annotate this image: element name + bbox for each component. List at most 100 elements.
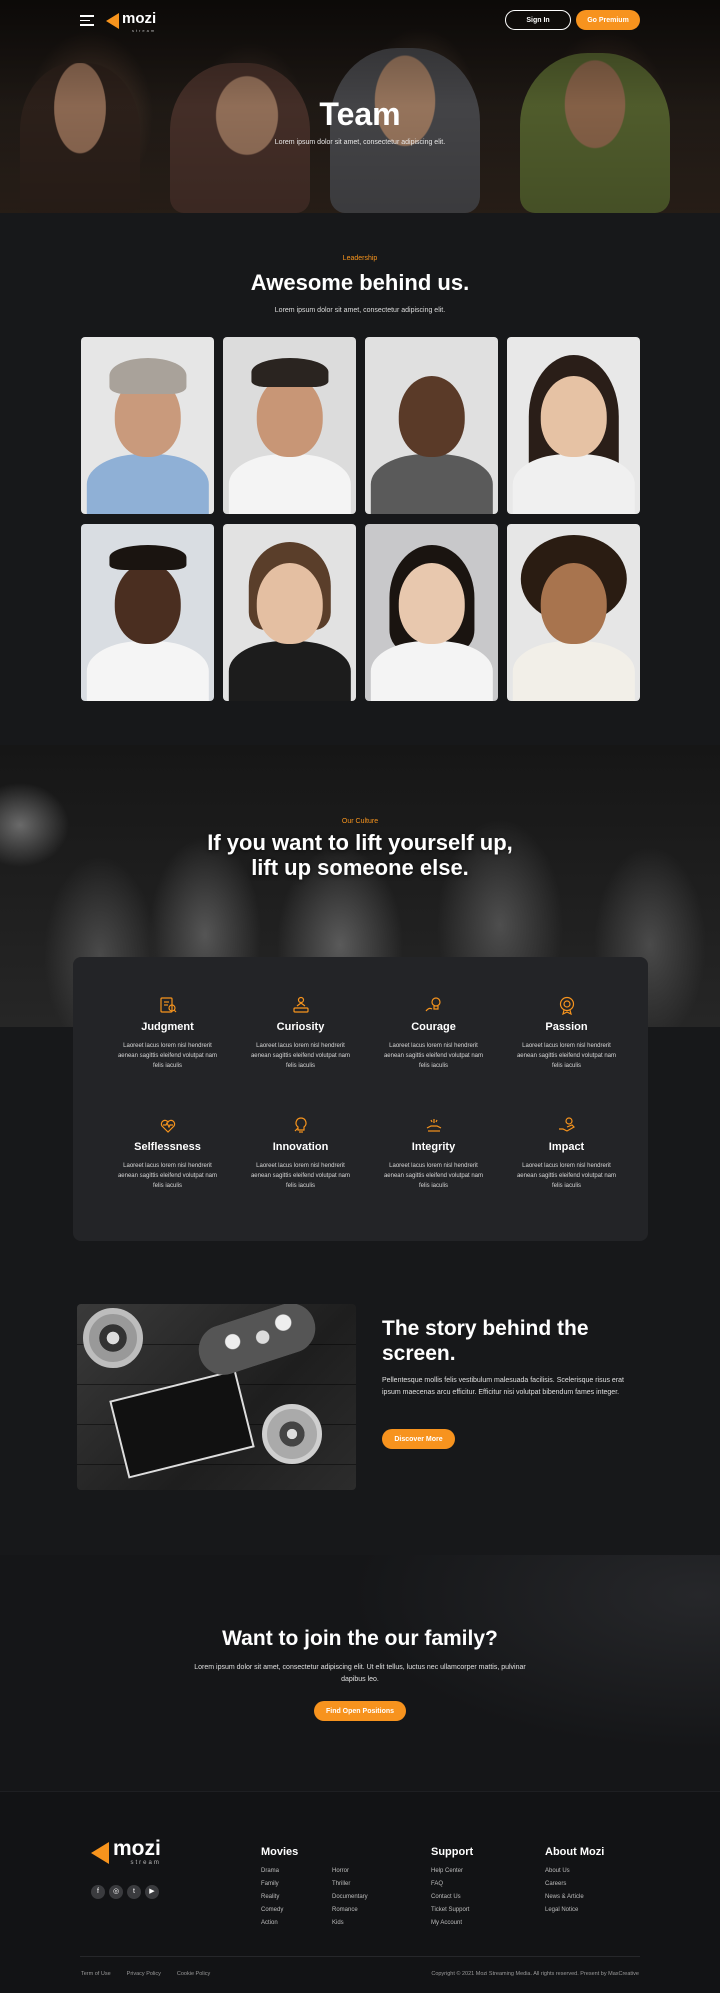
values-panel: Judgment Laoreet lacus lorem nisl hendre…	[73, 957, 648, 1241]
footer-legal-links: Term of Use Privacy Policy Cookie Policy	[81, 1971, 210, 1977]
footer-about: About Mozi About Us Careers News & Artic…	[545, 1846, 604, 1920]
film-reel-image	[77, 1304, 356, 1490]
instagram-icon[interactable]: ◎	[109, 1885, 123, 1899]
team-grid	[81, 337, 640, 701]
footer-link[interactable]: Romance	[332, 1907, 368, 1920]
logo-subtext: stream	[131, 27, 157, 33]
discover-more-button[interactable]: Discover More	[382, 1429, 455, 1449]
value-description: Laoreet lacus lorem nisl hendrerit aenea…	[250, 1043, 351, 1069]
footer-link[interactable]: FAQ	[431, 1881, 469, 1894]
value-selflessness: Selflessness Laoreet lacus lorem nisl he…	[101, 1115, 234, 1195]
footer-support-title: Support	[431, 1846, 474, 1858]
value-description: Laoreet lacus lorem nisl hendrerit aenea…	[383, 1043, 484, 1069]
page-title: Team	[319, 96, 401, 132]
footer-logo[interactable]: mozi stream	[91, 1838, 161, 1866]
leadership-eyebrow: Leadership	[342, 255, 378, 262]
leadership-subtitle: Lorem ipsum dolor sit amet, consectetur …	[274, 307, 446, 314]
value-integrity: Integrity Laoreet lacus lorem nisl hendr…	[367, 1115, 500, 1195]
footer-link[interactable]: Comedy	[261, 1907, 332, 1920]
footer-link[interactable]: Horror	[332, 1868, 368, 1881]
twitter-icon[interactable]: t	[127, 1885, 141, 1899]
culture-title-line-1: If you want to lift yourself up,	[207, 830, 513, 855]
cookie-link[interactable]: Cookie Policy	[177, 1971, 210, 1977]
footer-link[interactable]: Ticket Support	[431, 1907, 469, 1920]
value-title: Judgment	[141, 1021, 194, 1033]
sign-in-button[interactable]: Sign In	[505, 10, 571, 30]
hero-subtitle: Lorem ipsum dolor sit amet, consectetur …	[274, 139, 446, 146]
team-member-card[interactable]	[81, 524, 214, 701]
hamburger-menu-icon[interactable]	[80, 15, 94, 26]
value-title: Impact	[548, 1141, 585, 1153]
footer-link[interactable]: Legal Notice	[545, 1907, 584, 1920]
leadership-title: Awesome behind us.	[250, 270, 470, 295]
team-member-card[interactable]	[365, 524, 498, 701]
logo-text: mozi	[122, 9, 157, 27]
footer-link[interactable]: About Us	[545, 1868, 584, 1881]
footer-link[interactable]: Thriller	[332, 1881, 368, 1894]
youtube-icon[interactable]: ▶	[145, 1885, 159, 1899]
brand-logo[interactable]: mozi stream	[106, 9, 157, 33]
privacy-link[interactable]: Privacy Policy	[127, 1971, 161, 1977]
value-title: Curiosity	[276, 1021, 325, 1033]
footer-link[interactable]: Kids	[332, 1920, 368, 1933]
culture-title-line-2: lift up someone else.	[251, 855, 469, 880]
courage-icon	[425, 997, 441, 1012]
value-impact: Impact Laoreet lacus lorem nisl hendreri…	[500, 1115, 633, 1195]
footer-link[interactable]: My Account	[431, 1920, 469, 1933]
facebook-icon[interactable]: f	[91, 1885, 105, 1899]
team-member-card[interactable]	[81, 337, 214, 514]
value-judgment: Judgment Laoreet lacus lorem nisl hendre…	[101, 995, 234, 1075]
story-section: The story behind the screen. Pellentesqu…	[0, 1294, 720, 1555]
value-title: Courage	[411, 1021, 456, 1033]
join-section: Want to join the our family? Lorem ipsum…	[0, 1555, 720, 1791]
leadership-section: Leadership Awesome behind us. Lorem ipsu…	[0, 213, 720, 745]
curiosity-icon	[292, 996, 309, 1013]
team-member-card[interactable]	[223, 524, 356, 701]
values-grid: Judgment Laoreet lacus lorem nisl hendre…	[101, 995, 632, 1195]
footer-link[interactable]: Careers	[545, 1881, 584, 1894]
team-member-card[interactable]	[365, 337, 498, 514]
team-member-card[interactable]	[223, 337, 356, 514]
culture-eyebrow: Our Culture	[341, 818, 379, 825]
film-reel-graphic	[83, 1308, 143, 1368]
footer-logo-subtext: stream	[130, 1860, 161, 1866]
team-member-card[interactable]	[507, 337, 640, 514]
copyright-text: Copyright © 2021 Mozi Streaming Media. A…	[431, 1971, 639, 1977]
clapperboard-graphic	[109, 1369, 255, 1479]
integrity-icon	[426, 1119, 441, 1132]
footer-movies: Movies Drama Family Reality Comedy Actio…	[261, 1846, 368, 1933]
go-premium-button[interactable]: Go Premium	[576, 10, 640, 30]
value-title: Integrity	[411, 1141, 456, 1153]
footer-link[interactable]: Documentary	[332, 1894, 368, 1907]
find-open-positions-button[interactable]: Find Open Positions	[314, 1701, 406, 1721]
value-description: Laoreet lacus lorem nisl hendrerit aenea…	[516, 1043, 617, 1069]
footer-link[interactable]: News & Article	[545, 1894, 584, 1907]
value-innovation: Innovation Laoreet lacus lorem nisl hend…	[234, 1115, 367, 1195]
team-member-card[interactable]	[507, 524, 640, 701]
value-passion: Passion Laoreet lacus lorem nisl hendrer…	[500, 995, 633, 1075]
value-courage: Courage Laoreet lacus lorem nisl hendrer…	[367, 995, 500, 1075]
footer-link[interactable]: Family	[261, 1881, 332, 1894]
value-description: Laoreet lacus lorem nisl hendrerit aenea…	[250, 1163, 351, 1189]
story-title: The story behind the screen.	[382, 1317, 589, 1365]
innovation-icon	[294, 1117, 307, 1133]
footer-link[interactable]: Drama	[261, 1868, 332, 1881]
footer-link[interactable]: Contact Us	[431, 1894, 469, 1907]
footer-about-title: About Mozi	[545, 1846, 605, 1858]
footer-support: Support Help Center FAQ Contact Us Ticke…	[431, 1846, 473, 1933]
value-curiosity: Curiosity Laoreet lacus lorem nisl hendr…	[234, 995, 367, 1075]
top-navbar: mozi stream Sign In Go Premium	[0, 9, 720, 33]
value-title: Innovation	[272, 1141, 329, 1153]
value-title: Selflessness	[134, 1141, 201, 1153]
story-text: Pellentesque mollis felis vestibulum mal…	[382, 1377, 624, 1396]
footer-link[interactable]: Reality	[261, 1894, 332, 1907]
value-description: Laoreet lacus lorem nisl hendrerit aenea…	[383, 1163, 484, 1189]
join-title: Want to join the our family?	[222, 1627, 498, 1650]
value-title: Passion	[545, 1021, 588, 1033]
footer-link[interactable]: Action	[261, 1920, 332, 1933]
culture-section: Our Culture If you want to lift yourself…	[0, 745, 720, 1294]
reel-graphic-2	[262, 1404, 322, 1464]
terms-link[interactable]: Term of Use	[81, 1971, 111, 1977]
culture-title: If you want to lift yourself up, lift up…	[0, 830, 720, 880]
footer-link[interactable]: Help Center	[431, 1868, 469, 1881]
